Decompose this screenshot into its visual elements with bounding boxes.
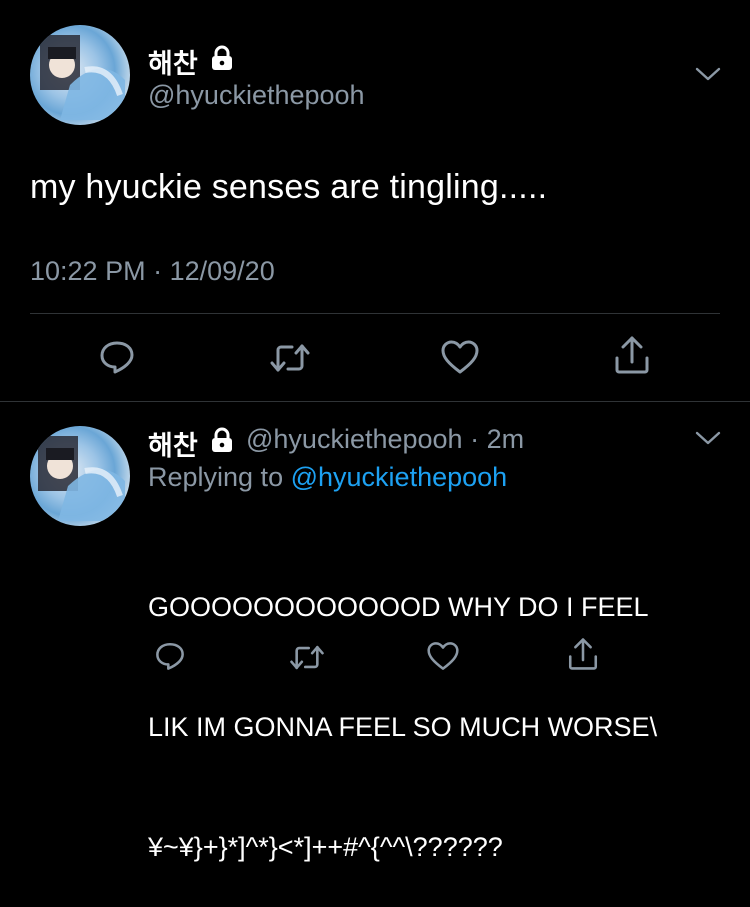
share-icon [568,638,598,670]
reply-display-name[interactable]: 해찬 [148,424,198,463]
share-icon [615,336,649,374]
heart-icon [441,340,479,374]
replying-to: Replying to @hyuckiethepooh [148,462,507,493]
reply-text-line: LIK IM GONNA FEEL SO MUCH WORSE\ [148,712,658,742]
tweet-time: 10:22 PM [30,256,146,286]
retweet-icon [270,344,310,372]
retweet-button[interactable] [288,642,326,673]
lock-icon [208,426,236,454]
tweet-timestamp[interactable]: 10:22 PM · 12/09/20 [30,256,275,287]
chevron-down-icon[interactable] [694,428,722,448]
retweet-button[interactable] [268,340,312,376]
tweet-text: my hyuckie senses are tingling..... [30,168,548,206]
share-button[interactable] [566,636,600,672]
reply-icon [156,642,184,670]
divider [30,313,720,314]
reply-text: GOOOOOOOOOOOOD WHY DO I FEEL LIK IM GONN… [148,507,738,907]
lock-icon [208,44,236,72]
reply-icon [100,341,134,374]
reply-text-line: GOOOOOOOOOOOOD WHY DO I FEEL [148,592,649,622]
reply-avatar[interactable] [30,426,130,526]
reply-button[interactable] [154,640,186,672]
username-handle[interactable]: @hyuckiethepooh [148,80,365,111]
chevron-down-icon[interactable] [694,64,722,84]
tweet-date: 12/09/20 [169,256,275,286]
reply-button[interactable] [98,338,136,376]
replying-to-prefix: Replying to [148,462,284,492]
section-divider [0,401,750,402]
avatar[interactable] [30,25,130,125]
display-name[interactable]: 해찬 [148,42,198,81]
reply-handle[interactable]: @hyuckiethepooh [246,424,463,454]
replying-to-link[interactable]: @hyuckiethepooh [291,462,508,492]
reply-text-line: ¥~¥}+}*]^*}<*]++#^{^^\?????? [148,832,503,862]
separator-dot: · [153,256,163,286]
retweet-icon [290,645,324,670]
reply-relative-time: · 2m [470,424,525,454]
heart-icon [427,642,459,670]
share-button[interactable] [612,334,652,376]
like-button[interactable] [426,640,460,672]
reply-username-handle[interactable]: @hyuckiethepooh · 2m [246,424,524,455]
like-button[interactable] [440,338,480,376]
